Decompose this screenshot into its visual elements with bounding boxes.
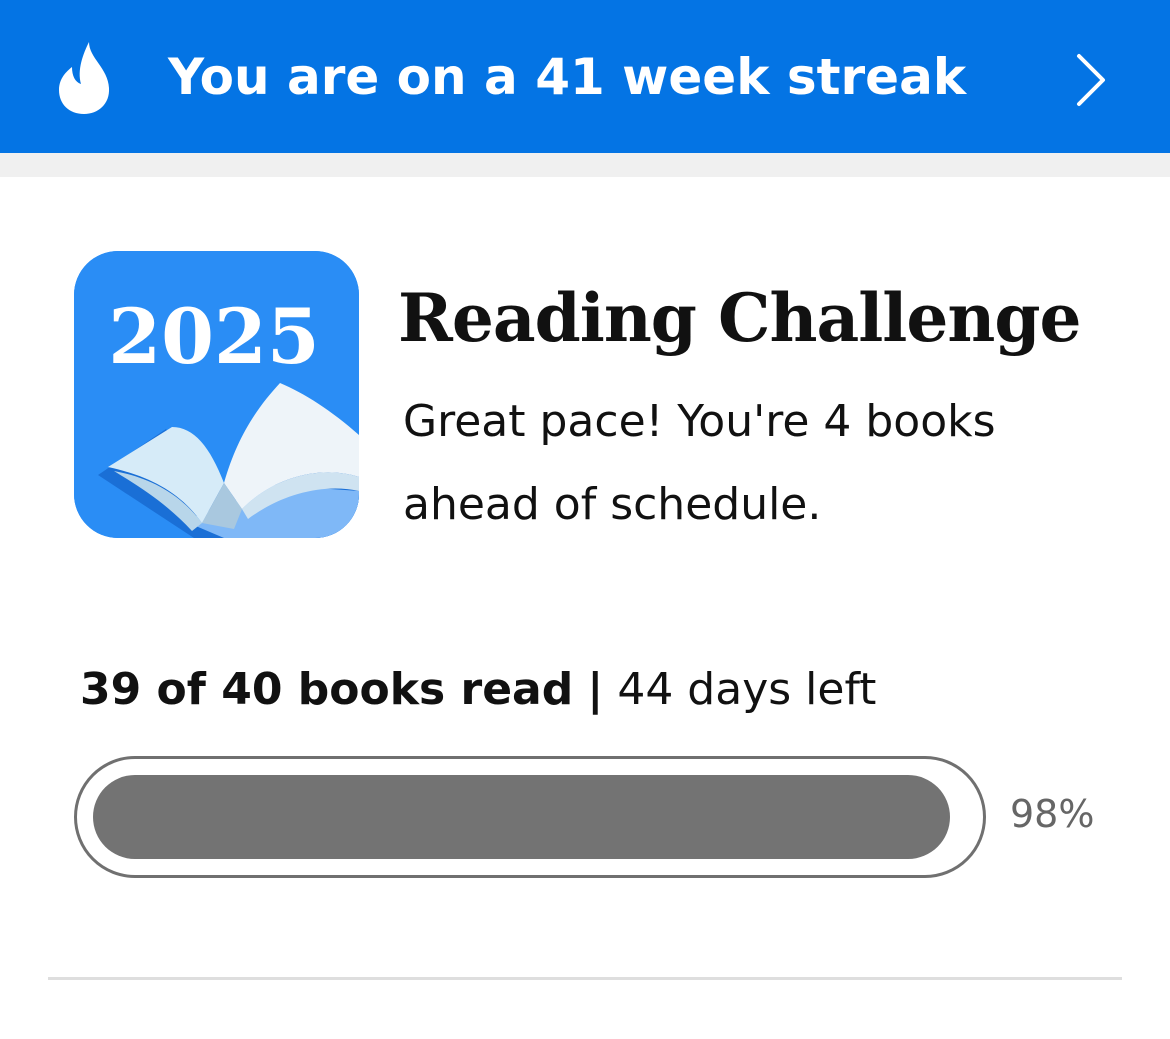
books-read-count: 39 of 40 books read (80, 664, 574, 715)
streak-banner[interactable]: You are on a 41 week streak (0, 0, 1170, 153)
progress-bar (74, 756, 986, 878)
reading-challenge-page: You are on a 41 week streak 2025 Reading… (0, 0, 1170, 1039)
progress-percent: 98% (1010, 792, 1095, 836)
section-separator (0, 153, 1170, 177)
days-left: 44 days left (617, 664, 877, 715)
divider (48, 977, 1122, 980)
challenge-title: Reading Challenge (398, 279, 1081, 357)
challenge-status-message: Great pace! You're 4 books ahead of sche… (403, 396, 996, 530)
streak-text: You are on a 41 week streak (168, 48, 967, 106)
challenge-badge: 2025 (74, 251, 359, 538)
progress-summary: 39 of 40 books read | 44 days left (80, 658, 876, 722)
progress-bar-fill (93, 775, 950, 859)
chevron-right-icon[interactable] (1070, 50, 1110, 110)
badge-year: 2025 (108, 292, 320, 381)
summary-separator: | (587, 664, 604, 715)
flame-icon (59, 42, 110, 114)
